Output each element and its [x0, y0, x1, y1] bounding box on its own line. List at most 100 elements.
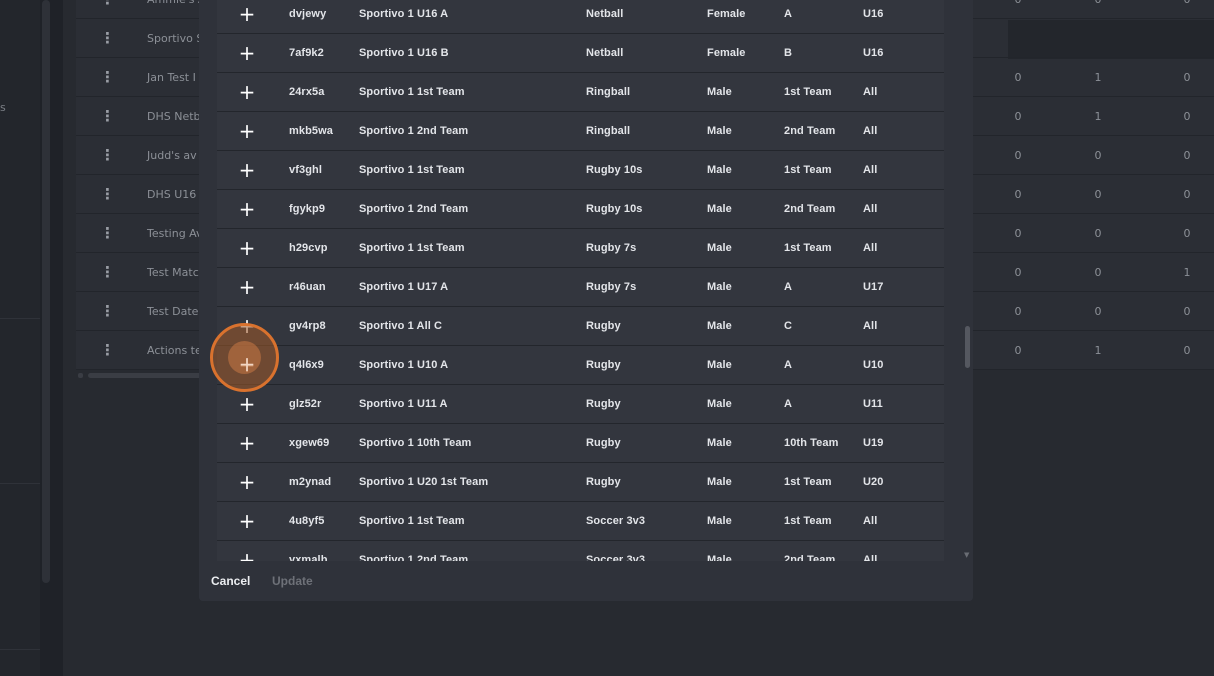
table-horizontal-scrollbar[interactable]: [88, 373, 208, 378]
kebab-menu-icon[interactable]: ⋮: [100, 253, 115, 292]
background-row-count: 0: [1014, 149, 1022, 162]
team-row[interactable]: + yxmalb Sportivo 1 2nd Team Soccer 3v3 Male…: [217, 541, 944, 561]
team-list: + dvjewy Sportivo 1 U16 A Netball Female A U16…: [217, 0, 944, 561]
background-row-name: Test Matc: [147, 266, 199, 279]
team-sport: Rugby: [586, 320, 621, 332]
background-row-count: 0: [1094, 305, 1102, 318]
sidebar-scrollbar[interactable]: [42, 0, 50, 583]
team-age-group: All: [863, 164, 878, 176]
team-grade: A: [784, 398, 793, 410]
add-team-plus-icon[interactable]: +: [237, 73, 257, 112]
kebab-menu-icon[interactable]: ⋮: [100, 175, 115, 214]
team-sport: Rugby 10s: [586, 164, 643, 176]
team-row[interactable]: + q4l6x9 Sportivo 1 U10 A Rugby Male A U10: [217, 346, 944, 385]
team-row[interactable]: + fgykp9 Sportivo 1 2nd Team Rugby 10s Male 2…: [217, 190, 944, 229]
team-name: Sportivo 1 1st Team: [359, 515, 465, 527]
add-team-plus-icon[interactable]: +: [237, 34, 257, 73]
team-id: fgykp9: [289, 203, 326, 215]
team-sport: Rugby: [586, 437, 621, 449]
team-id: vf3ghl: [289, 164, 322, 176]
team-id: yxmalb: [289, 554, 328, 561]
team-id: gv4rp8: [289, 320, 326, 332]
kebab-menu-icon[interactable]: ⋮: [100, 136, 115, 175]
background-row-count: 1: [1094, 110, 1102, 123]
team-gender: Male: [707, 86, 732, 98]
team-row[interactable]: + m2ynad Sportivo 1 U20 1st Team Rugby Male 1…: [217, 463, 944, 502]
team-row[interactable]: + r46uan Sportivo 1 U17 A Rugby 7s Male A U17: [217, 268, 944, 307]
team-grade: 2nd Team: [784, 203, 836, 215]
team-age-group: All: [863, 554, 878, 561]
team-sport: Rugby: [586, 398, 621, 410]
team-sport: Rugby: [586, 359, 621, 371]
background-row-count: 1: [1094, 71, 1102, 84]
background-row-count: 0: [1094, 266, 1102, 279]
team-gender: Male: [707, 554, 732, 561]
add-team-plus-icon[interactable]: +: [237, 502, 257, 541]
team-grade: B: [784, 47, 793, 59]
background-row-count: 0: [1014, 266, 1022, 279]
team-row[interactable]: +7af9k2 Sportivo 1 U16 B Netball Female B U16: [217, 34, 944, 73]
team-name: Sportivo 1 1st Team: [359, 242, 465, 254]
kebab-menu-icon[interactable]: ⋮: [100, 331, 115, 370]
background-row-count: 0: [1183, 110, 1191, 123]
kebab-menu-icon[interactable]: ⋮: [100, 58, 115, 97]
team-grade: A: [784, 281, 793, 293]
team-name: Sportivo 1 U16 B: [359, 47, 449, 59]
team-id: m2ynad: [289, 476, 332, 488]
background-row-name: Testing Av: [147, 227, 203, 240]
scroll-down-arrow-icon[interactable]: ▼: [964, 551, 969, 559]
cancel-button[interactable]: Cancel: [211, 561, 250, 601]
background-row-count: 0: [1183, 227, 1191, 240]
update-button[interactable]: Update: [272, 561, 313, 601]
add-team-plus-icon[interactable]: +: [237, 190, 257, 229]
team-name: Sportivo 1 U20 1st Team: [359, 476, 489, 488]
background-row-name: Judd's av: [147, 149, 197, 162]
team-row[interactable]: + glz52r Sportivo 1 U11 A Rugby Male A U11: [217, 385, 944, 424]
team-grade: 1st Team: [784, 86, 832, 98]
add-team-plus-icon[interactable]: +: [237, 541, 257, 561]
team-name: Sportivo 1 1st Team: [359, 86, 465, 98]
background-row-count: 0: [1094, 149, 1102, 162]
team-row[interactable]: +24rx5a Sportivo 1 1st Team Ringball Male 1s…: [217, 73, 944, 112]
team-age-group: U16: [863, 8, 884, 20]
team-id: glz52r: [289, 398, 322, 410]
table-scroll-left[interactable]: [78, 373, 83, 378]
kebab-menu-icon[interactable]: ⋮: [100, 0, 115, 19]
team-row[interactable]: +gv4rp8Sportivo 1 All CRugbyMaleCAll: [217, 307, 944, 346]
sidebar-divider: [0, 318, 40, 319]
team-row[interactable]: + vf3ghl Sportivo 1 1st Team Rugby 10s Male 1…: [217, 151, 944, 190]
team-grade: A: [784, 8, 793, 20]
sidebar-divider: [0, 649, 40, 650]
team-grade: 1st Team: [784, 476, 832, 488]
team-row[interactable]: + mkb5wa Sportivo 1 2nd Team Ringball Male 2n…: [217, 112, 944, 151]
team-row[interactable]: + h29cvp Sportivo 1 1st Team Rugby 7s Male 1s…: [217, 229, 944, 268]
team-row[interactable]: + dvjewy Sportivo 1 U16 A Netball Female A U16: [217, 0, 944, 34]
modal-scrollbar-thumb[interactable]: [965, 326, 970, 368]
team-grade: C: [784, 320, 793, 332]
background-row-count: 0: [1094, 188, 1102, 201]
team-age-group: U20: [863, 476, 884, 488]
plus-icon[interactable]: +: [237, 345, 257, 384]
background-row-name: Actions te: [147, 344, 202, 357]
add-team-plus-icon[interactable]: +: [237, 229, 257, 268]
kebab-menu-icon[interactable]: ⋮: [100, 19, 115, 58]
kebab-menu-icon[interactable]: ⋮: [100, 292, 115, 331]
add-team-plus-icon[interactable]: +: [237, 112, 257, 151]
add-team-plus-icon[interactable]: +: [237, 463, 257, 502]
team-row[interactable]: + xgew69 Sportivo 1 10th Team Rugby Male 10th…: [217, 424, 944, 463]
team-grade: A: [784, 359, 793, 371]
team-row[interactable]: +4u8yf5 Sportivo 1 1st Team Soccer 3v3 Male…: [217, 502, 944, 541]
kebab-menu-icon[interactable]: ⋮: [100, 97, 115, 136]
sidebar-divider: [0, 483, 40, 484]
kebab-menu-icon[interactable]: ⋮: [100, 214, 115, 253]
team-sport: Ringball: [586, 125, 631, 137]
add-team-plus-icon[interactable]: +: [237, 151, 257, 190]
team-grade: 2nd Team: [784, 125, 836, 137]
team-gender: Male: [707, 476, 732, 488]
add-team-plus-icon[interactable]: +: [237, 0, 257, 34]
team-id: r46uan: [289, 281, 326, 293]
background-row-count: 0: [1183, 305, 1191, 318]
add-team-plus-icon[interactable]: +: [237, 268, 257, 307]
background-row-count: 0: [1014, 227, 1022, 240]
add-team-plus-icon[interactable]: +: [237, 424, 257, 463]
